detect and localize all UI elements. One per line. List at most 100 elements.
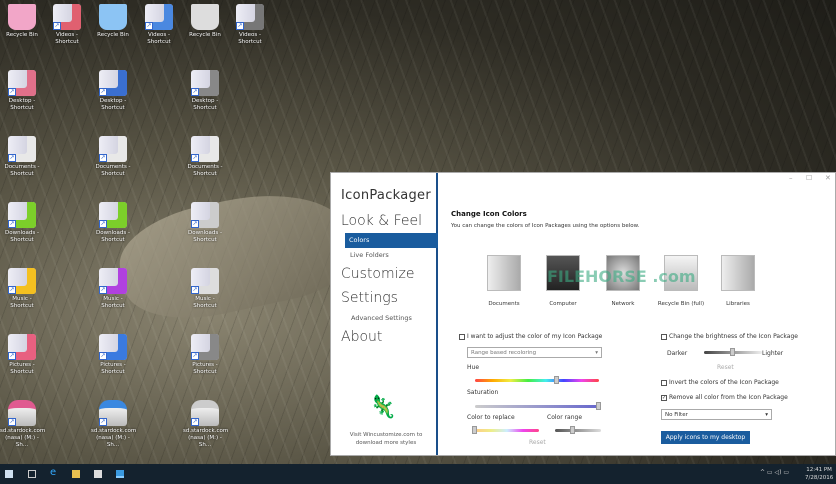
reset-brightness-button[interactable]: Reset	[717, 364, 734, 371]
preview-documents-icon	[487, 255, 521, 291]
desktop-icon[interactable]: ↗ Music - Shortcut	[183, 268, 227, 310]
folder-icon: ↗	[191, 136, 219, 162]
desktop-icon[interactable]: ↗ Videos - Shortcut	[137, 4, 181, 46]
close-button[interactable]: ✕	[825, 174, 831, 182]
bin-icon	[8, 4, 36, 30]
edge-browser-icon[interactable]: e	[50, 467, 58, 478]
page-title: Change Icon Colors	[451, 210, 527, 218]
desktop-icon-label: Downloads - Shortcut	[96, 230, 130, 243]
checkbox-box[interactable]	[459, 333, 465, 340]
desktop-icon[interactable]: ↗ sd.stardock.com (nasa) (M:) - Sh...	[91, 400, 137, 449]
checkmark-icon[interactable]: ✓	[661, 394, 667, 401]
shortcut-arrow-icon: ↗	[8, 154, 16, 162]
brightness-checkbox[interactable]: Change the brightness of the Icon Packag…	[661, 333, 798, 340]
desktop-icon[interactable]: ↗ Pictures - Shortcut	[0, 334, 44, 376]
system-tray-icons[interactable]: ^ ▭ ◁) ▭	[760, 469, 789, 476]
nav-advanced-settings[interactable]: Advanced Settings	[351, 314, 412, 322]
nav-settings[interactable]: Settings	[341, 290, 398, 306]
desktop-icon-label: Desktop - Shortcut	[99, 98, 127, 111]
nav-customize[interactable]: Customize	[341, 266, 415, 282]
file-explorer-icon[interactable]	[72, 470, 80, 478]
checkbox-box[interactable]	[661, 379, 667, 386]
preview-libraries-icon	[721, 255, 755, 291]
clock[interactable]: 12:41 PM 7/28/2016	[805, 466, 833, 482]
desktop-icon[interactable]: ↗ Desktop - Shortcut	[91, 70, 135, 112]
desktop-icon-label: Downloads - Shortcut	[5, 230, 39, 243]
recolor-mode-select[interactable]: Range based recoloring ▾	[467, 347, 602, 358]
desktop-icon[interactable]: Recycle Bin	[91, 4, 135, 39]
nav-about[interactable]: About	[341, 329, 382, 345]
color-range-thumb[interactable]	[570, 426, 576, 434]
desktop-icon[interactable]: ↗ sd.stardock.com (nasa) (M:) - Sh...	[0, 400, 45, 449]
desktop-icon-label: Recycle Bin	[97, 32, 129, 38]
desktop-icon[interactable]: ↗ Desktop - Shortcut	[0, 70, 44, 112]
desktop-icon-label: Downloads - Shortcut	[188, 230, 222, 243]
brightness-label: Change the brightness of the Icon Packag…	[669, 333, 798, 340]
desktop-icon[interactable]: Recycle Bin	[183, 4, 227, 39]
reset-color-button[interactable]: Reset	[529, 439, 546, 446]
maximize-button[interactable]: ☐	[806, 174, 812, 182]
color-range-slider[interactable]	[555, 426, 601, 434]
desktop-icon[interactable]: ↗ sd.stardock.com (nasa) (M:) - Sh...	[183, 400, 228, 449]
brightness-slider[interactable]	[704, 348, 762, 356]
desktop-icon[interactable]: ↗ Videos - Shortcut	[228, 4, 272, 46]
color-replace-thumb[interactable]	[472, 426, 477, 434]
preview-label: Documents	[488, 301, 520, 307]
desktop-icon[interactable]: ↗ Pictures - Shortcut	[183, 334, 227, 376]
adjust-color-label: I want to adjust the color of my Icon Pa…	[467, 333, 603, 340]
shortcut-arrow-icon: ↗	[99, 286, 107, 294]
adjust-color-checkbox[interactable]: I want to adjust the color of my Icon Pa…	[459, 333, 602, 340]
hue-slider[interactable]	[475, 376, 599, 384]
desktop-icon-label: Desktop - Shortcut	[191, 98, 219, 111]
desktop-icon-label: Videos - Shortcut	[147, 32, 171, 45]
desktop-icon[interactable]: ↗ Videos - Shortcut	[45, 4, 89, 46]
saturation-slider[interactable]	[475, 402, 601, 410]
nav-colors[interactable]: Colors	[345, 233, 438, 248]
nav-look-feel[interactable]: Look & Feel	[341, 213, 422, 229]
desktop-icon[interactable]: Recycle Bin	[0, 4, 44, 39]
shortcut-arrow-icon: ↗	[99, 418, 107, 426]
bin-icon	[191, 4, 219, 30]
desktop-icon[interactable]: ↗ Downloads - Shortcut	[91, 202, 135, 244]
minimize-button[interactable]: –	[789, 174, 793, 182]
filter-value: No Filter	[665, 412, 688, 418]
desktop-icon-label: Desktop - Shortcut	[8, 98, 36, 111]
desktop-icon[interactable]: ↗ Documents - Shortcut	[91, 136, 135, 178]
desktop-icon-label: Music - Shortcut	[101, 296, 125, 309]
shortcut-arrow-icon: ↗	[99, 352, 107, 360]
color-replace-slider[interactable]	[472, 426, 539, 434]
task-view-icon[interactable]	[28, 470, 36, 478]
desktop-icon-label: Music - Shortcut	[193, 296, 217, 309]
desktop-icon-label: sd.stardock.com (nasa) (M:) - Sh...	[91, 428, 137, 448]
brightness-thumb[interactable]	[730, 348, 735, 356]
saturation-slider-thumb[interactable]	[596, 402, 601, 410]
desktop-icon[interactable]: ↗ Desktop - Shortcut	[183, 70, 227, 112]
store-icon[interactable]	[94, 470, 102, 478]
color-range-label: Color range	[547, 414, 583, 421]
desktop-icon[interactable]: ↗ Documents - Shortcut	[183, 136, 227, 178]
iconpackager-taskbar-icon[interactable]	[116, 470, 124, 478]
filter-select[interactable]: No Filter ▾	[661, 409, 772, 420]
desktop-icon[interactable]: ↗ Pictures - Shortcut	[91, 334, 135, 376]
desktop-icon[interactable]: ↗ Documents - Shortcut	[0, 136, 44, 178]
folder-icon: ↗	[8, 202, 36, 228]
app-logo: IconPackager	[341, 188, 432, 203]
folder-icon: ↗	[53, 4, 81, 30]
hue-slider-thumb[interactable]	[553, 376, 559, 384]
taskbar: e ^ ▭ ◁) ▭ 12:41 PM 7/28/2016	[0, 464, 836, 484]
wincustomize-link[interactable]: Visit Wincustomize.com to download more …	[341, 431, 431, 447]
clock-time: 12:41 PM	[806, 467, 832, 473]
start-windows-icon[interactable]	[5, 470, 13, 478]
desktop-icon[interactable]: ↗ Downloads - Shortcut	[0, 202, 44, 244]
nav-live-folders[interactable]: Live Folders	[350, 251, 389, 259]
desktop-icon[interactable]: ↗ Downloads - Shortcut	[183, 202, 227, 244]
desktop-icon-label: Videos - Shortcut	[238, 32, 262, 45]
checkbox-box[interactable]	[661, 333, 667, 340]
shortcut-arrow-icon: ↗	[8, 88, 16, 96]
remove-color-checkbox[interactable]: ✓ Remove all color from the Icon Package	[661, 394, 788, 401]
desktop-icon[interactable]: ↗ Music - Shortcut	[91, 268, 135, 310]
apply-button[interactable]: Apply icons to my desktop	[661, 431, 750, 444]
desktop-icon[interactable]: ↗ Music - Shortcut	[0, 268, 44, 310]
desktop-icon-label: Pictures - Shortcut	[192, 362, 218, 375]
invert-checkbox[interactable]: Invert the colors of the Icon Package	[661, 379, 779, 386]
